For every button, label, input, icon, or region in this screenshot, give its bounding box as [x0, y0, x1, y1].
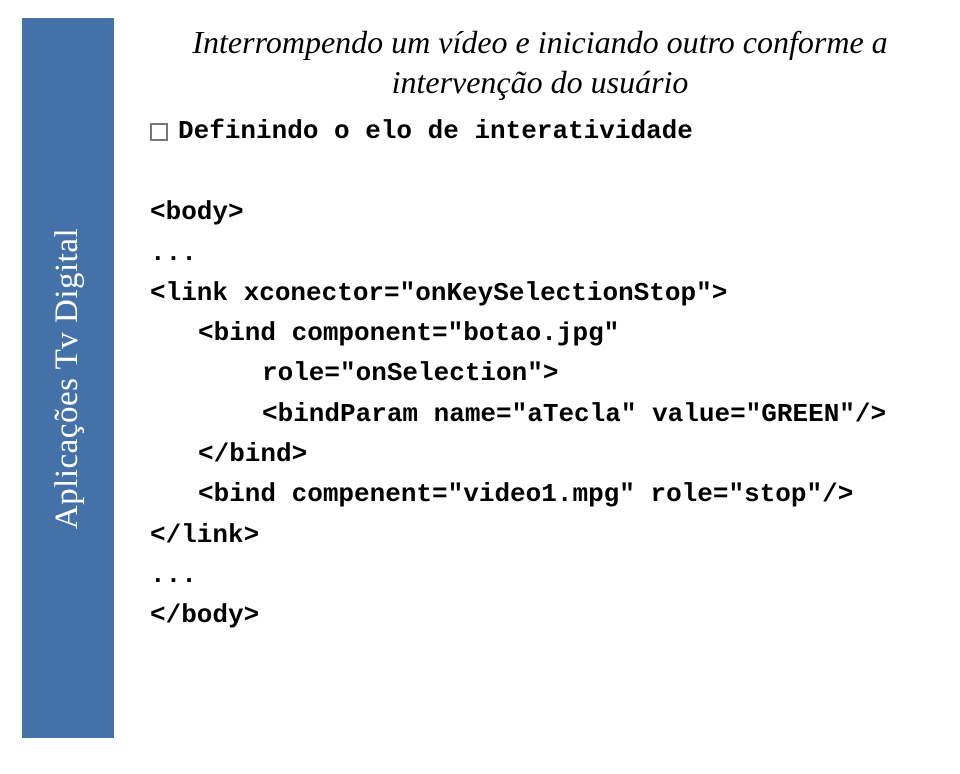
code-line: <link xconector="onKeySelectionStop">	[150, 278, 727, 308]
code-line: <bind compenent="video1.mpg" role="stop"…	[150, 479, 853, 509]
bullet-item: Definindo o elo de interatividade	[150, 116, 930, 146]
slide-title: Interrompendo um vídeo e iniciando outro…	[150, 22, 930, 102]
main-content: Interrompendo um vídeo e iniciando outro…	[150, 22, 930, 676]
bullet-square-icon	[150, 123, 168, 141]
code-line: ...	[150, 560, 197, 590]
code-line: </link>	[150, 520, 259, 550]
code-line: </bind>	[150, 439, 307, 469]
sidebar-title: Aplicações Tv Digital	[50, 227, 87, 528]
code-line: <body>	[150, 197, 244, 227]
code-line: ...	[150, 238, 197, 268]
code-line: <bind component="botao.jpg"	[150, 318, 619, 348]
title-line-2: intervenção do usuário	[392, 64, 689, 100]
title-line-1: Interrompendo um vídeo e iniciando outro…	[192, 24, 887, 60]
sidebar: Aplicações Tv Digital	[22, 18, 114, 738]
code-line: </body>	[150, 600, 259, 630]
code-block: <body> ... <link xconector="onKeySelecti…	[150, 152, 930, 676]
bullet-text: Definindo o elo de interatividade	[178, 116, 693, 146]
code-line: role="onSelection">	[150, 358, 558, 388]
code-line: <bindParam name="aTecla" value="GREEN"/>	[150, 399, 886, 429]
